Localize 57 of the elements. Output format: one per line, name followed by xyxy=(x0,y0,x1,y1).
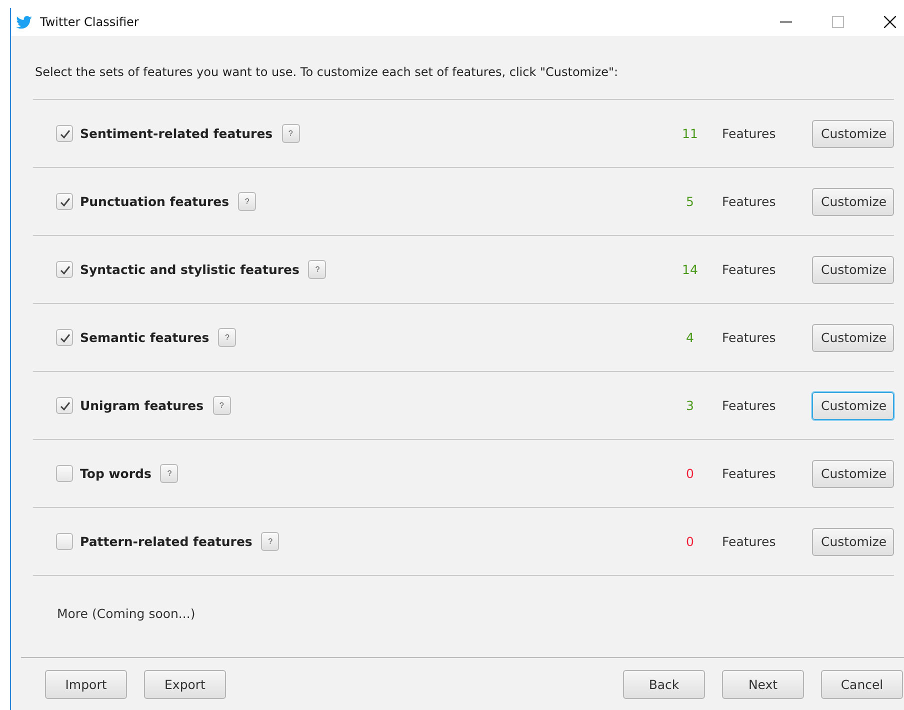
checkbox[interactable] xyxy=(56,465,73,482)
features-label: Features xyxy=(722,330,777,345)
footer-button[interactable]: Back xyxy=(623,670,705,698)
checkmark-icon xyxy=(58,264,70,276)
footer-button[interactable]: Next xyxy=(722,670,804,698)
customize-button[interactable]: Customize xyxy=(812,528,894,556)
features-label: Features xyxy=(722,126,777,141)
help-button[interactable]: ? xyxy=(218,328,236,347)
bird-icon xyxy=(16,16,32,28)
help-button[interactable]: ? xyxy=(212,396,231,415)
checkbox[interactable] xyxy=(56,261,73,278)
help-button[interactable]: ? xyxy=(282,124,300,143)
help-button[interactable]: ? xyxy=(160,464,178,483)
features-label: Features xyxy=(722,262,777,277)
features-label: Features xyxy=(722,194,777,209)
more-text: More (Coming soon...) xyxy=(57,606,196,621)
feature-set-label: Syntactic and stylistic features xyxy=(80,262,300,277)
close-icon[interactable] xyxy=(884,16,896,28)
footer-button[interactable]: Export xyxy=(144,670,226,698)
feature-set-label: Unigram features xyxy=(80,398,204,413)
customize-button[interactable]: Customize xyxy=(812,256,894,284)
checkbox[interactable] xyxy=(56,397,73,414)
footer-button[interactable]: Import xyxy=(45,670,127,698)
footer-button[interactable]: Cancel xyxy=(821,670,903,698)
feature-set-label: Top words xyxy=(80,466,152,481)
feature-set-label: Semantic features xyxy=(80,330,210,345)
feature-set-label: Pattern-related features xyxy=(80,534,252,549)
checkmark-icon xyxy=(58,332,70,344)
window-title: Twitter Classifier xyxy=(40,15,139,29)
feature-count: 0 xyxy=(685,534,695,549)
customize-button[interactable]: Customize xyxy=(812,460,894,488)
feature-set-label: Sentiment-related features xyxy=(80,126,273,141)
feature-set-label: Punctuation features xyxy=(80,194,230,209)
feature-count: 4 xyxy=(685,330,695,345)
checkbox[interactable] xyxy=(56,193,73,210)
feature-count: 5 xyxy=(685,194,695,209)
feature-count: 0 xyxy=(685,466,695,481)
help-button[interactable]: ? xyxy=(261,532,280,551)
checkbox[interactable] xyxy=(56,533,73,550)
instruction-text: Select the sets of features you want to use. To customize each set of features, click "Customize": xyxy=(35,65,620,81)
checkbox[interactable] xyxy=(56,125,73,142)
features-label: Features xyxy=(722,534,777,549)
feature-count: 14 xyxy=(681,262,699,277)
feature-count: 3 xyxy=(685,398,695,413)
help-button[interactable]: ? xyxy=(308,260,326,279)
customize-button[interactable]: Customize xyxy=(812,324,894,352)
customize-button[interactable]: Customize xyxy=(812,392,894,420)
checkmark-icon xyxy=(58,128,70,140)
feature-count: 11 xyxy=(681,126,699,141)
checkmark-icon xyxy=(58,400,70,412)
checkmark-icon xyxy=(58,196,70,208)
help-button[interactable]: ? xyxy=(238,192,256,211)
features-label: Features xyxy=(722,398,777,413)
customize-button[interactable]: Customize xyxy=(812,188,894,216)
customize-button[interactable]: Customize xyxy=(812,120,894,148)
checkbox[interactable] xyxy=(56,329,73,346)
features-label: Features xyxy=(722,466,777,481)
